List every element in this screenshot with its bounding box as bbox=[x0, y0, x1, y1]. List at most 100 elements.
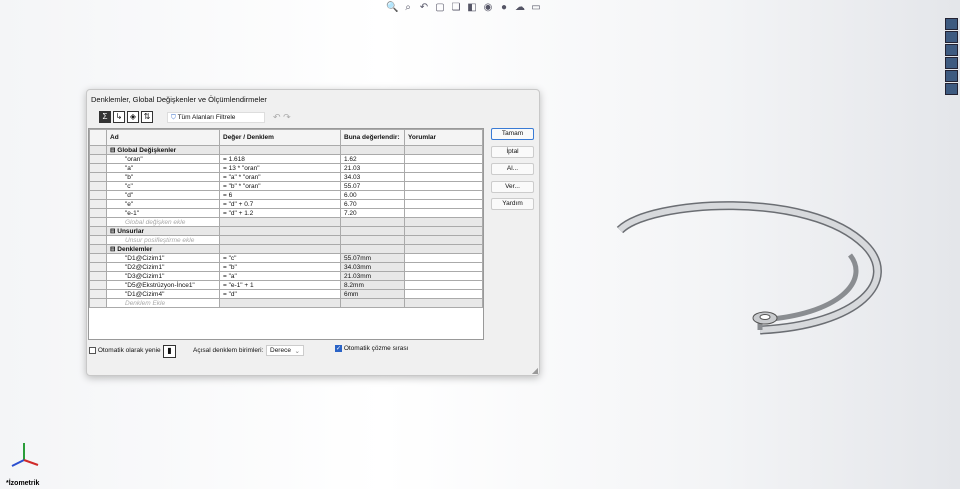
dimension-view-icon[interactable]: ◈ bbox=[127, 111, 139, 123]
resize-grip-icon[interactable]: ◢ bbox=[532, 366, 538, 375]
collapse-icon[interactable]: ⊟ bbox=[110, 246, 115, 253]
row-header[interactable] bbox=[89, 190, 107, 200]
add-placeholder[interactable]: Denklem Ekle bbox=[106, 298, 220, 308]
row-header[interactable] bbox=[89, 199, 107, 209]
group-row[interactable]: ⊟ Denklemler bbox=[89, 244, 483, 254]
section-view-icon[interactable]: ▢ bbox=[434, 2, 446, 14]
comment-cell[interactable] bbox=[404, 271, 483, 281]
row-header[interactable] bbox=[89, 154, 107, 164]
add-placeholder[interactable]: Global değişken ekle bbox=[106, 217, 220, 227]
comment-cell[interactable] bbox=[404, 154, 483, 164]
scene-icon[interactable]: ☁ bbox=[514, 2, 526, 14]
value-cell[interactable]: = "d" + 1.2 bbox=[219, 208, 341, 218]
table-row[interactable]: "D1@Cizim4" = "d" 6mm bbox=[89, 289, 483, 299]
table-row[interactable]: "a" = 13 * "oran" 21.03 bbox=[89, 163, 483, 173]
equation-view-icon[interactable]: Σ bbox=[99, 111, 111, 123]
row-header[interactable] bbox=[89, 289, 107, 299]
name-cell[interactable]: "e-1" bbox=[106, 208, 220, 218]
name-cell[interactable]: "b" bbox=[106, 172, 220, 182]
view-palette-icon[interactable] bbox=[945, 57, 958, 69]
name-cell[interactable]: "D1@Cizim4" bbox=[106, 289, 220, 299]
add-placeholder[interactable]: Unsur posifleştirme ekle bbox=[106, 235, 220, 245]
value-cell[interactable]: = 13 * "oran" bbox=[219, 163, 341, 173]
group-label[interactable]: ⊟ Denklemler bbox=[106, 244, 220, 254]
table-row[interactable]: "c" = "b" * "oran" 55.07 bbox=[89, 181, 483, 191]
resources-icon[interactable] bbox=[945, 18, 958, 30]
redo-icon[interactable]: ↷ bbox=[283, 112, 291, 122]
view-settings-icon[interactable]: ▭ bbox=[530, 2, 542, 14]
name-cell[interactable]: "D2@Cizim1" bbox=[106, 262, 220, 272]
view-orientation-icon[interactable]: ❏ bbox=[450, 2, 462, 14]
filter-field[interactable]: ⛉ Tüm Alanları Filtrele bbox=[167, 112, 265, 123]
table-row[interactable]: "d" = 6 6.00 bbox=[89, 190, 483, 200]
comment-cell[interactable] bbox=[404, 190, 483, 200]
name-cell[interactable]: "D5@Ekstrüzyon-İnce1" bbox=[106, 280, 220, 290]
value-cell[interactable]: = 6 bbox=[219, 190, 341, 200]
value-cell[interactable]: = "e-1" + 1 bbox=[219, 280, 341, 290]
table-row[interactable]: "D5@Ekstrüzyon-İnce1" = "e-1" + 1 8.2mm bbox=[89, 280, 483, 290]
display-style-icon[interactable]: ◧ bbox=[466, 2, 478, 14]
previous-view-icon[interactable]: ↶ bbox=[418, 2, 430, 14]
zoom-area-icon[interactable]: ⌕ bbox=[402, 2, 414, 14]
comment-cell[interactable] bbox=[404, 163, 483, 173]
row-header[interactable] bbox=[89, 217, 107, 227]
comment-cell[interactable] bbox=[404, 289, 483, 299]
hide-show-icon[interactable]: ◉ bbox=[482, 2, 494, 14]
group-row[interactable]: ⊟ Global Değişkenler bbox=[89, 145, 483, 155]
group-row[interactable]: ⊟ Unsurlar bbox=[89, 226, 483, 236]
ordered-view-icon[interactable]: ⇅ bbox=[141, 111, 153, 123]
value-cell[interactable]: = "b" bbox=[219, 262, 341, 272]
name-cell[interactable]: "e" bbox=[106, 199, 220, 209]
sketch-equation-view-icon[interactable]: ↳ bbox=[113, 111, 125, 123]
add-row[interactable]: Global değişken ekle bbox=[89, 217, 483, 227]
row-header[interactable] bbox=[89, 145, 107, 155]
row-header[interactable] bbox=[89, 298, 107, 308]
import-button[interactable]: Al... bbox=[491, 163, 534, 175]
column-header-evaluates[interactable]: Buna değerlendir: bbox=[340, 129, 405, 146]
auto-rebuild-checkbox[interactable]: Otomatik olarak yenie bbox=[89, 347, 161, 354]
name-cell[interactable]: "oran" bbox=[106, 154, 220, 164]
custom-properties-icon[interactable] bbox=[945, 83, 958, 95]
3d-part[interactable] bbox=[610, 190, 890, 340]
name-cell[interactable]: "D3@Cizim1" bbox=[106, 271, 220, 281]
rebuild-traffic-light-icon[interactable]: ▮ bbox=[163, 345, 176, 358]
value-cell[interactable]: = 1.618 bbox=[219, 154, 341, 164]
auto-solve-checkbox[interactable]: ✓ Otomatik çözme sırası bbox=[335, 345, 408, 352]
design-library-icon[interactable] bbox=[945, 31, 958, 43]
row-header[interactable] bbox=[89, 181, 107, 191]
file-explorer-icon[interactable] bbox=[945, 44, 958, 56]
value-cell[interactable]: = "d" + 0.7 bbox=[219, 199, 341, 209]
group-label[interactable]: ⊟ Unsurlar bbox=[106, 226, 220, 236]
export-button[interactable]: Ver... bbox=[491, 180, 534, 193]
table-row[interactable]: "D1@Cizim1" = "c" 55.07mm bbox=[89, 253, 483, 263]
row-header[interactable] bbox=[89, 208, 107, 218]
comment-cell[interactable] bbox=[404, 172, 483, 182]
value-cell[interactable]: = "b" * "oran" bbox=[219, 181, 341, 191]
row-header[interactable] bbox=[89, 163, 107, 173]
table-row[interactable]: "b" = "a" * "oran" 34.03 bbox=[89, 172, 483, 182]
row-header[interactable] bbox=[89, 235, 107, 245]
add-row[interactable]: Denklem Ekle bbox=[89, 298, 483, 308]
comment-cell[interactable] bbox=[404, 181, 483, 191]
appearance-icon[interactable]: ● bbox=[498, 2, 510, 14]
comment-cell[interactable] bbox=[404, 262, 483, 272]
row-header[interactable] bbox=[89, 172, 107, 182]
appearances-icon[interactable] bbox=[945, 70, 958, 82]
value-cell[interactable]: = "a" bbox=[219, 271, 341, 281]
undo-icon[interactable]: ↶ bbox=[273, 112, 281, 122]
zoom-fit-icon[interactable]: 🔍 bbox=[386, 2, 398, 14]
value-cell[interactable]: = "c" bbox=[219, 253, 341, 263]
comment-cell[interactable] bbox=[404, 280, 483, 290]
table-row[interactable]: "D2@Cizim1" = "b" 34.03mm bbox=[89, 262, 483, 272]
table-row[interactable]: "D3@Cizim1" = "a" 21.03mm bbox=[89, 271, 483, 281]
row-header[interactable] bbox=[89, 226, 107, 236]
name-cell[interactable]: "a" bbox=[106, 163, 220, 173]
comment-cell[interactable] bbox=[404, 199, 483, 209]
value-cell[interactable]: = "a" * "oran" bbox=[219, 172, 341, 182]
row-header[interactable] bbox=[89, 262, 107, 272]
collapse-icon[interactable]: ⊟ bbox=[110, 147, 115, 154]
column-header-value[interactable]: Değer / Denklem bbox=[219, 129, 341, 146]
cancel-button[interactable]: İptal bbox=[491, 145, 534, 158]
table-row[interactable]: "oran" = 1.618 1.62 bbox=[89, 154, 483, 164]
table-row[interactable]: "e-1" = "d" + 1.2 7.20 bbox=[89, 208, 483, 218]
